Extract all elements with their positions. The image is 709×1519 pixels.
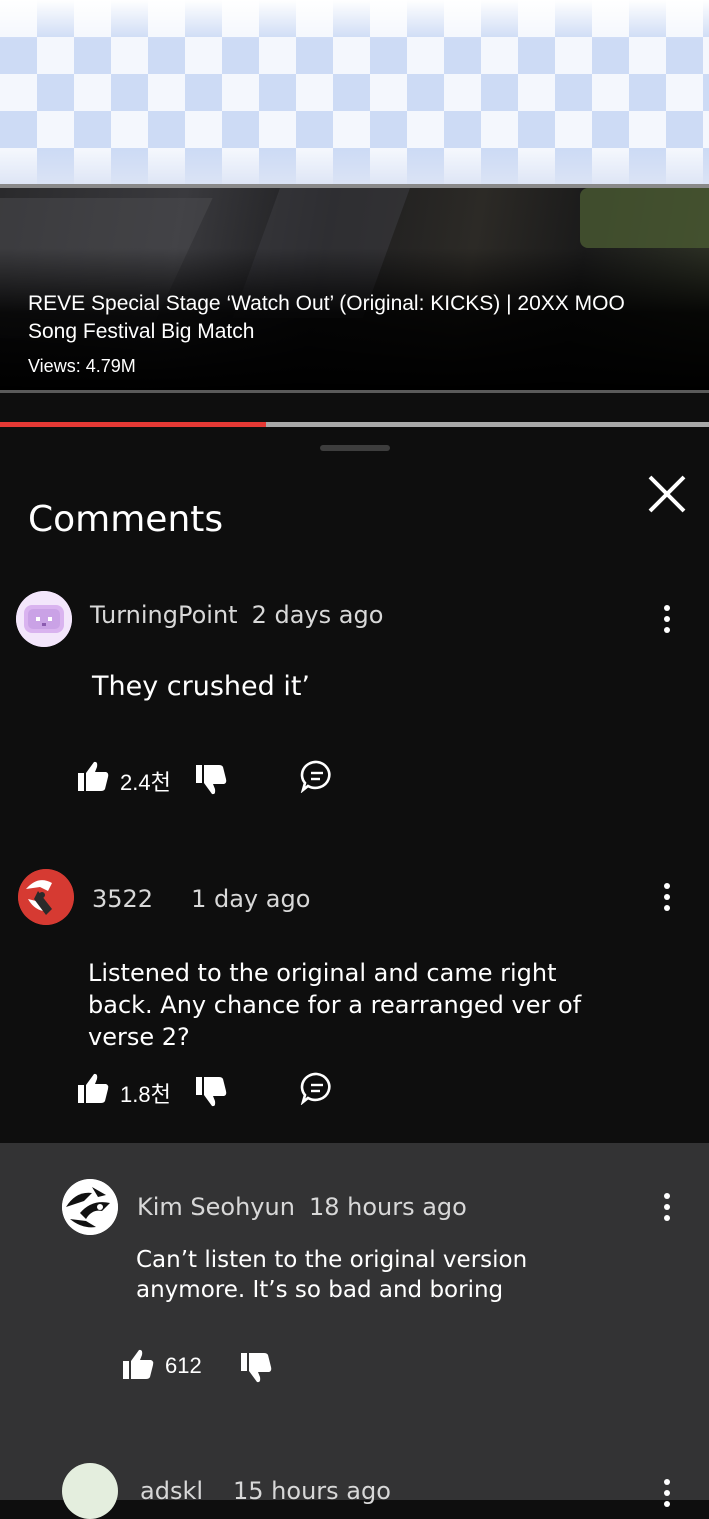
sheet-drag-handle[interactable] <box>320 445 390 451</box>
comment-time: 1 day ago <box>191 885 311 913</box>
more-options-button[interactable] <box>655 599 679 639</box>
reply-time: 18 hours ago <box>308 1193 467 1221</box>
comment-author[interactable]: 3522 <box>92 885 153 913</box>
avatar[interactable] <box>62 1179 118 1235</box>
video-thumbnail[interactable]: REVE Special Stage ‘Watch Out’ (Original… <box>0 188 709 392</box>
like-count: 2.4천 <box>120 770 171 795</box>
reply-time: 15 hours ago <box>233 1477 391 1505</box>
reply-button[interactable] <box>300 759 334 797</box>
avatar[interactable] <box>16 591 72 647</box>
reply-text: Can’t listen to the original version any… <box>136 1247 528 1303</box>
reply-comment-icon <box>300 760 331 794</box>
pattern-fade <box>0 0 709 40</box>
more-vertical-icon <box>664 883 670 911</box>
like-button[interactable] <box>76 1071 110 1109</box>
close-button[interactable] <box>644 471 690 517</box>
character-avatar-icon <box>18 869 74 925</box>
thumbs-up-icon <box>78 761 109 791</box>
reply-thread: Kim Seohyun 18 hours ago Can’t listen to … <box>0 1143 709 1519</box>
thumbs-down-icon <box>241 1353 272 1383</box>
video-divider <box>0 390 709 393</box>
video-title: REVE Special Stage ‘Watch Out’ (Original… <box>28 292 625 343</box>
like-count: 612 <box>165 1353 202 1378</box>
more-options-button[interactable] <box>655 1187 679 1227</box>
avatar[interactable] <box>18 869 74 925</box>
reply-author[interactable]: adskl <box>140 1477 203 1505</box>
dislike-button[interactable] <box>239 1351 273 1389</box>
reply-author[interactable]: Kim Seohyun <box>137 1193 295 1221</box>
pixel-avatar-icon <box>16 591 72 647</box>
comment-text: Listened to the original and came right … <box>88 959 582 1051</box>
tiger-avatar-icon <box>62 1179 118 1235</box>
dislike-button[interactable] <box>194 1075 228 1113</box>
comment-time: 2 days ago <box>251 601 384 629</box>
comment-author[interactable]: TurningPoint <box>90 601 238 629</box>
thumbs-down-icon <box>196 1077 227 1107</box>
comments-sheet: Comments TurningPoint 2 days ago They cr… <box>0 427 709 1519</box>
like-count: 1.8천 <box>120 1082 171 1107</box>
more-vertical-icon <box>664 1193 670 1221</box>
video-art-shape <box>580 188 709 248</box>
more-vertical-icon <box>664 605 670 633</box>
video-views: Views: 4.79M <box>28 356 136 376</box>
thumbs-down-icon <box>196 765 227 795</box>
comment-actions: 1.8천 <box>76 1071 376 1111</box>
thumbs-up-icon <box>78 1073 109 1103</box>
reply-meta: Kim Seohyun 18 hours ago <box>137 1193 467 1221</box>
sheet-title: Comments <box>28 499 224 540</box>
reply-actions: 612 <box>121 1347 321 1387</box>
thumbs-up-icon <box>123 1349 154 1379</box>
comment-text: They crushed it’ <box>92 671 311 702</box>
more-vertical-icon <box>664 1479 670 1507</box>
like-button[interactable] <box>121 1347 155 1385</box>
close-icon <box>648 475 686 513</box>
more-options-button[interactable] <box>655 877 679 917</box>
dislike-button[interactable] <box>194 763 228 801</box>
reply-button[interactable] <box>300 1071 334 1109</box>
avatar[interactable] <box>62 1463 118 1519</box>
pattern-bottom-shade <box>0 150 709 184</box>
more-options-button[interactable] <box>655 1473 679 1513</box>
comment-actions: 2.4천 <box>76 759 376 799</box>
reply-meta: adskl 15 hours ago <box>140 1477 391 1505</box>
reply-comment-icon <box>300 1072 331 1106</box>
comment-meta: TurningPoint 2 days ago <box>90 601 383 629</box>
comment-meta: 3522 1 day ago <box>92 885 310 913</box>
like-button[interactable] <box>76 759 110 797</box>
